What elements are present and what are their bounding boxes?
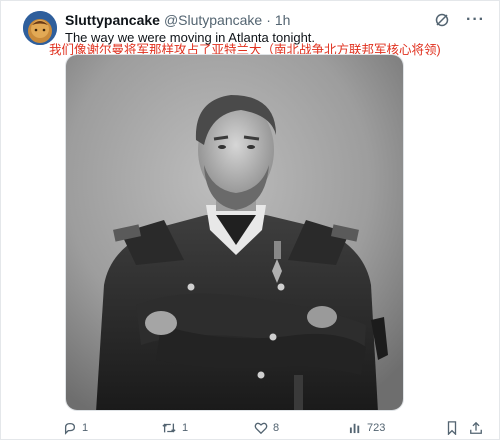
tweet-card[interactable]: Sluttypancake @Slutypancake · 1h ··· The… xyxy=(0,0,500,440)
more-icon[interactable]: ··· xyxy=(466,11,485,29)
general-portrait-photo xyxy=(66,55,403,410)
header-separator: · xyxy=(266,12,271,28)
retweet-count: 1 xyxy=(182,422,189,434)
author-display-name[interactable]: Sluttypancake xyxy=(65,12,160,28)
heart-icon xyxy=(254,422,268,435)
like-count: 8 xyxy=(273,422,280,434)
action-bar: 1 1 8 723 xyxy=(63,421,485,437)
share-button[interactable] xyxy=(469,421,483,435)
reply-icon xyxy=(64,422,76,435)
share-icon xyxy=(470,421,482,434)
views-button[interactable]: 723 xyxy=(349,421,385,434)
retweet-button[interactable]: 1 xyxy=(161,421,188,435)
author-handle[interactable]: @Slutypancake xyxy=(164,12,262,28)
views-icon xyxy=(349,423,360,434)
reply-count: 1 xyxy=(82,422,89,434)
tweet-photo[interactable] xyxy=(65,54,404,411)
tweet-top-actions: ··· xyxy=(434,11,485,29)
retweet-icon xyxy=(162,423,176,433)
tweet-timestamp[interactable]: 1h xyxy=(275,12,291,28)
grok-icon[interactable] xyxy=(434,11,450,29)
bookmark-icon xyxy=(447,421,457,435)
reply-button[interactable]: 1 xyxy=(63,421,88,435)
like-button[interactable]: 8 xyxy=(254,421,279,435)
tweet-header: Sluttypancake @Slutypancake · 1h xyxy=(65,12,290,28)
bookmark-button[interactable] xyxy=(446,421,458,435)
views-count: 723 xyxy=(367,421,386,434)
